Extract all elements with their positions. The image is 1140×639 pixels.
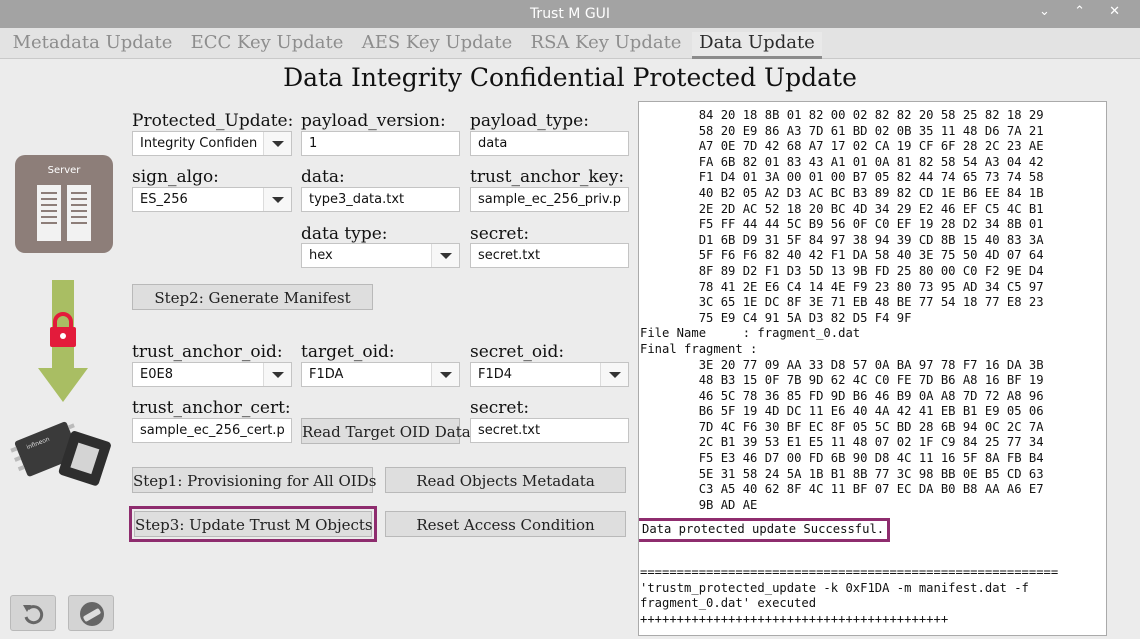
- console-tail: ========================================…: [640, 565, 1059, 626]
- console-scrollbar-area[interactable]: [1110, 101, 1132, 636]
- payload-type-label: payload_type:: [470, 111, 589, 131]
- chevron-down-icon[interactable]: [263, 132, 291, 155]
- secret-input[interactable]: secret.txt: [470, 243, 629, 268]
- target-oid-value: F1DA: [309, 367, 344, 382]
- chevron-down-icon[interactable]: [263, 188, 291, 211]
- tab-aes-key-update[interactable]: AES Key Update: [358, 32, 516, 59]
- console-log: 84 20 18 8B 01 82 00 02 82 82 20 58 25 8…: [640, 108, 1044, 512]
- secret-label-2: secret:: [470, 398, 530, 418]
- target-oid-select[interactable]: F1DA: [301, 362, 460, 387]
- sign-algo-label: sign_algo:: [132, 167, 219, 187]
- read-metadata-button[interactable]: Read Objects Metadata: [385, 467, 626, 493]
- back-button[interactable]: [10, 595, 56, 631]
- update-objects-button[interactable]: Step3: Update Trust M Objects: [129, 506, 377, 542]
- secret-input-2[interactable]: secret.txt: [470, 418, 629, 443]
- chevron-down-icon[interactable]: [431, 244, 459, 267]
- lock-icon: [48, 312, 78, 348]
- tab-ecc-key-update[interactable]: ECC Key Update: [188, 32, 346, 59]
- data-input[interactable]: type3_data.txt: [301, 187, 460, 212]
- window-title: Trust M GUI: [529, 6, 611, 22]
- payload-version-input[interactable]: 1: [301, 131, 460, 156]
- secret-oid-label: secret_oid:: [470, 342, 565, 362]
- trust-anchor-oid-value: E0E8: [140, 367, 173, 382]
- chevron-down-icon[interactable]: [263, 363, 291, 386]
- secret-label: secret:: [470, 224, 530, 244]
- trust-anchor-cert-input[interactable]: sample_ec_256_cert.p: [132, 418, 292, 443]
- trust-anchor-oid-label: trust_anchor_oid:: [132, 342, 283, 362]
- protected-update-select[interactable]: Integrity Confiden: [132, 131, 292, 156]
- undo-icon: [23, 605, 44, 625]
- provisioning-button[interactable]: Step1: Provisioning for All OIDs: [132, 467, 376, 493]
- read-target-oid-button[interactable]: Read Target OID Data: [301, 418, 471, 444]
- settings-tool-button[interactable]: [68, 595, 114, 631]
- generate-manifest-button[interactable]: Step2: Generate Manifest: [132, 284, 373, 310]
- tab-bar: Metadata Update ECC Key Update AES Key U…: [0, 28, 1140, 59]
- chevron-down-icon[interactable]: [600, 363, 628, 386]
- payload-version-label: payload_version:: [301, 111, 446, 131]
- data-type-select[interactable]: hex: [301, 243, 460, 268]
- trust-anchor-key-input[interactable]: sample_ec_256_priv.p: [470, 187, 629, 212]
- payload-type-input[interactable]: data: [470, 131, 629, 156]
- reset-access-button[interactable]: Reset Access Condition: [385, 511, 626, 537]
- window-controls[interactable]: ⌄ ⌃ ✕: [1039, 4, 1130, 19]
- target-oid-label: target_oid:: [301, 342, 395, 362]
- tab-rsa-key-update[interactable]: RSA Key Update: [528, 32, 684, 59]
- window-titlebar: Trust M GUI ⌄ ⌃ ✕: [0, 0, 1140, 28]
- tab-metadata-update[interactable]: Metadata Update: [10, 32, 175, 59]
- output-console[interactable]: 84 20 18 8B 01 82 00 02 82 82 20 58 25 8…: [638, 101, 1107, 636]
- protected-update-label: Protected_Update:: [132, 111, 294, 131]
- data-label: data:: [301, 167, 345, 187]
- tool-icon: [80, 602, 104, 626]
- secret-oid-select[interactable]: F1D4: [470, 362, 629, 387]
- chevron-down-icon[interactable]: [431, 363, 459, 386]
- secret-oid-value: F1D4: [478, 367, 513, 382]
- trust-anchor-cert-label: trust_anchor_cert:: [132, 398, 291, 418]
- trust-anchor-oid-select[interactable]: E0E8: [132, 362, 292, 387]
- protected-update-value: Integrity Confiden: [140, 136, 258, 151]
- data-type-label: data type:: [301, 224, 388, 244]
- sign-algo-select[interactable]: ES_256: [132, 187, 292, 212]
- server-icon: Server: [15, 155, 113, 253]
- trust-anchor-key-label: trust_anchor_key:: [470, 167, 625, 187]
- chip-icon: infineon: [8, 412, 120, 494]
- sign-algo-value: ES_256: [140, 192, 188, 207]
- page-title: Data Integrity Confidential Protected Up…: [283, 63, 857, 92]
- data-type-value: hex: [309, 248, 333, 263]
- tab-data-update[interactable]: Data Update: [692, 32, 822, 59]
